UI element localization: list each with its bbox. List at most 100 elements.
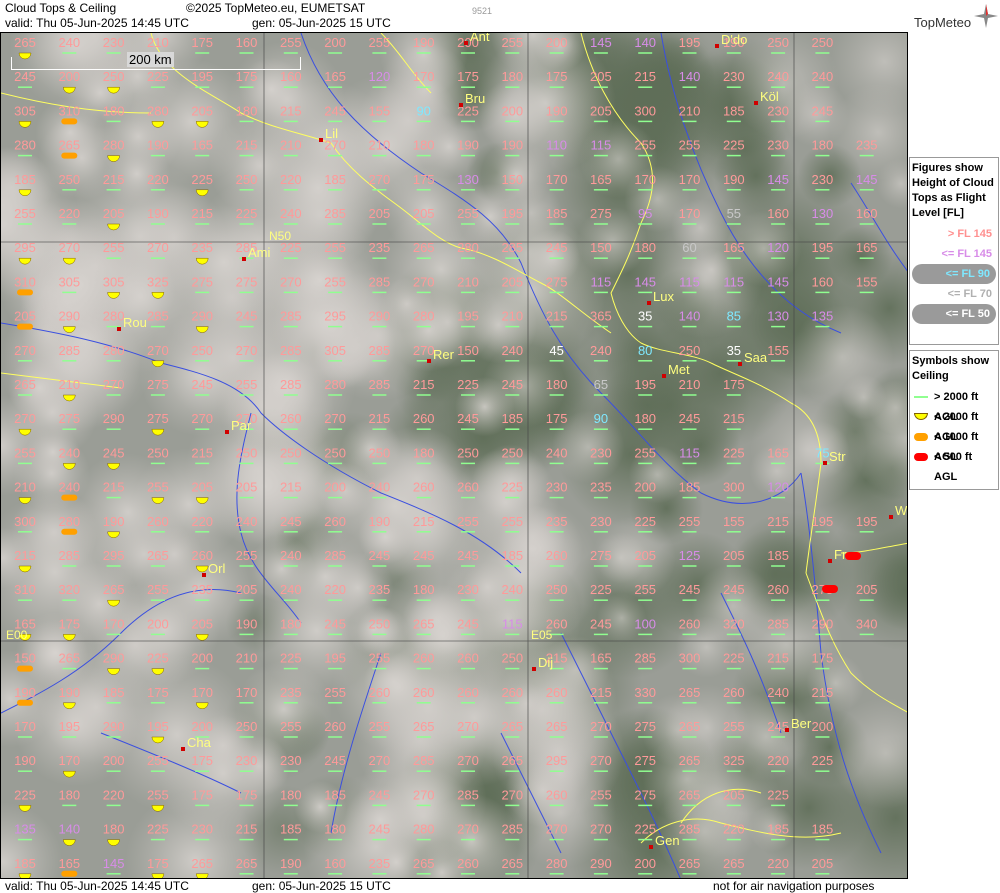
- cloud-top-value: 225: [634, 822, 656, 837]
- cloud-top-value: 265: [501, 753, 523, 768]
- city-marker: [225, 430, 229, 434]
- cloud-top-value: 280: [14, 138, 36, 153]
- cloud-top-value: 275: [147, 377, 169, 392]
- cloud-top-value: 140: [634, 35, 656, 50]
- cloud-top-value: 195: [501, 206, 523, 221]
- cloud-top-value: 165: [590, 172, 612, 187]
- cloud-top-value: 130: [457, 172, 479, 187]
- cloud-top-value: 190: [413, 35, 435, 50]
- cloud-top-value: 205: [191, 616, 213, 631]
- cloud-top-value: 220: [103, 787, 125, 802]
- cloud-top-value: 270: [280, 274, 302, 289]
- cloud-top-value: 250: [191, 343, 213, 358]
- cloud-top-value: 175: [546, 411, 568, 426]
- cloud-top-value: 230: [546, 480, 568, 495]
- cloud-top-value: 250: [280, 445, 302, 460]
- cloud-top-value: 155: [723, 514, 745, 529]
- cloud-top-value: 240: [546, 445, 568, 460]
- legend-panel: TopMeteo Figures show Height of Cloud To…: [908, 0, 1000, 893]
- cloud-top-value: 260: [457, 856, 479, 871]
- city-label: Met: [668, 362, 690, 377]
- valid-time: valid: Thu 05-Jun-2025 14:45 UTC: [5, 16, 189, 30]
- cloud-top-value: 270: [413, 343, 435, 358]
- cloud-top-value: 285: [58, 548, 80, 563]
- city-marker: [647, 301, 651, 305]
- city-label: Gen: [655, 833, 680, 848]
- cloud-top-value: 170: [546, 172, 568, 187]
- cloud-top-value: 230: [812, 172, 834, 187]
- city-marker: [738, 362, 742, 366]
- city-marker: [828, 559, 832, 563]
- cloud-top-value: 265: [413, 856, 435, 871]
- cloud-top-value: 190: [147, 206, 169, 221]
- cloud-top-value: 250: [812, 35, 834, 50]
- cloud-top-value: 270: [14, 411, 36, 426]
- cloud-top-value: 295: [324, 309, 346, 324]
- cloud-top-value: 235: [280, 685, 302, 700]
- ceiling-legend-item: < 2000 ft AGL: [910, 407, 998, 443]
- cloud-top-value: 245: [501, 377, 523, 392]
- cloud-top-value: 250: [103, 69, 125, 84]
- cloud-top-value: 275: [546, 274, 568, 289]
- cloud-top-value: 205: [14, 309, 36, 324]
- cloud-top-value: 260: [324, 719, 346, 734]
- cloud-top-value: 140: [679, 309, 701, 324]
- cloud-top-value: 280: [324, 377, 346, 392]
- cloud-top-value: 230: [590, 514, 612, 529]
- cloud-top-value: 255: [679, 514, 701, 529]
- cloud-top-value: 190: [546, 103, 568, 118]
- cloud-top-value: 185: [767, 822, 789, 837]
- cloud-top-value: 225: [767, 787, 789, 802]
- cloud-top-value: 130: [812, 206, 834, 221]
- cloud-top-value: 215: [413, 377, 435, 392]
- cloud-top-value: 265: [58, 138, 80, 153]
- cloud-top-value: 250: [679, 343, 701, 358]
- cloud-top-value: 275: [590, 206, 612, 221]
- cloud-top-value: 225: [147, 822, 169, 837]
- cloud-top-value: 120: [767, 480, 789, 495]
- cloud-top-value: 260: [413, 411, 435, 426]
- cloud-top-value: 220: [723, 822, 745, 837]
- cloud-top-value: 245: [679, 411, 701, 426]
- cloud-top-value: 160: [856, 206, 878, 221]
- cloud-top-value: 265: [147, 548, 169, 563]
- cloud-top-value: 225: [147, 69, 169, 84]
- cloud-top-value: 290: [58, 309, 80, 324]
- product-title: Cloud Tops & Ceiling: [5, 1, 117, 15]
- cloud-top-value: 185: [14, 172, 36, 187]
- cloud-top-value: 265: [546, 719, 568, 734]
- cloud-top-value: 35: [727, 343, 741, 358]
- cloud-top-value: 270: [369, 753, 391, 768]
- cloud-top-value: 240: [280, 548, 302, 563]
- cloud-top-value: 260: [369, 685, 391, 700]
- cloud-top-value: 240: [58, 35, 80, 50]
- topmeteo-logo: TopMeteo: [914, 4, 998, 30]
- cloud-top-value: 235: [369, 240, 391, 255]
- cloud-top-value: 190: [147, 138, 169, 153]
- ceiling-legend-symbol: [914, 396, 928, 398]
- cloud-top-value: 215: [236, 822, 258, 837]
- cloud-top-value: 260: [457, 651, 479, 666]
- cloud-top-value: 285: [280, 343, 302, 358]
- cloud-top-value: 115: [591, 138, 612, 153]
- city-label: Dij: [538, 655, 553, 670]
- cloud-top-value: 120: [767, 240, 789, 255]
- cloud-top-value: 365: [590, 309, 612, 324]
- cloud-top-value: 225: [812, 753, 834, 768]
- cloud-top-value: 305: [58, 274, 80, 289]
- cloud-top-value: 170: [679, 172, 701, 187]
- ceiling-legend-title: Symbols show Ceiling: [912, 355, 990, 382]
- cloud-top-value: 215: [280, 480, 302, 495]
- cloud-top-value: 265: [679, 753, 701, 768]
- cloud-top-value: 270: [369, 172, 391, 187]
- disclaimer: not for air navigation purposes: [713, 879, 875, 893]
- cloud-top-value: 175: [147, 685, 169, 700]
- cloud-top-value: 150: [457, 343, 479, 358]
- cloud-top-value: 220: [767, 753, 789, 768]
- cloud-top-value: 55: [727, 206, 741, 221]
- cloud-top-value: 260: [147, 514, 169, 529]
- cloud-top-value: 80: [638, 343, 652, 358]
- generated-time: gen: 05-Jun-2025 15 UTC: [252, 16, 391, 30]
- cloud-top-value: 265: [679, 685, 701, 700]
- cloud-top-value: 245: [280, 514, 302, 529]
